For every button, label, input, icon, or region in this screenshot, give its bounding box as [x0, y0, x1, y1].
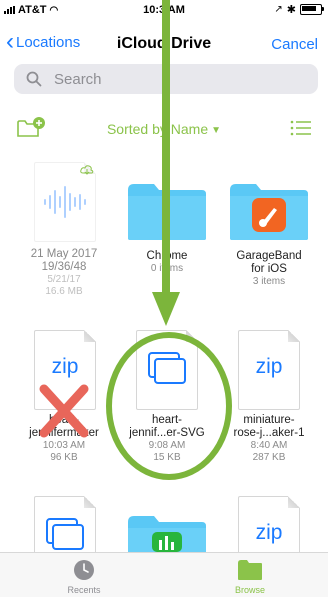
green-circle-annotation: [106, 332, 232, 480]
file-item-miniature-rose[interactable]: miniature- rose-j...aker-1 8:40 AM 287 K…: [219, 414, 319, 464]
file-item-audio[interactable]: 21 May 2017 19/36/48 5/21/17 16.6 MB: [14, 248, 114, 298]
numbers-folder-icon[interactable]: [126, 512, 208, 552]
cancel-button[interactable]: Cancel: [271, 36, 318, 53]
green-arrow-annotation: [152, 0, 180, 326]
file-size: 96 KB: [50, 452, 78, 463]
zip-label: zip: [51, 355, 79, 378]
file-name: miniature- rose-j...aker-1: [233, 414, 305, 439]
folder-count: 3 items: [252, 276, 286, 287]
garageband-folder-icon[interactable]: [228, 180, 310, 242]
folder-name: GarageBand for iOS: [236, 250, 302, 275]
tab-recents[interactable]: Recents: [24, 559, 144, 595]
file-date: 8:40 AM: [250, 440, 288, 451]
tab-bar: Recents Browse: [0, 552, 328, 597]
bluetooth-icon: ✱: [286, 4, 296, 16]
zip-label: zip: [255, 521, 283, 544]
svg-file-thumbnail[interactable]: [34, 496, 96, 554]
cloud-download-icon: [80, 165, 94, 175]
caret-down-icon: ▼: [211, 125, 222, 136]
search-placeholder: Search: [54, 71, 102, 88]
list-view-icon[interactable]: [290, 120, 312, 136]
folder-item-garageband[interactable]: GarageBand for iOS 3 items: [219, 250, 319, 288]
red-x-annotation: [39, 384, 89, 438]
tab-label: Recents: [67, 585, 101, 595]
tab-label: Browse: [234, 585, 265, 595]
file-date: 10:03 AM: [42, 440, 86, 451]
status-right: ↗ ✱: [274, 3, 324, 16]
file-size: 16.6 MB: [45, 286, 83, 297]
file-size: 287 KB: [252, 452, 286, 463]
clock-icon: [74, 560, 94, 580]
zip-file-thumbnail[interactable]: zip: [238, 330, 300, 410]
zip-file-thumbnail[interactable]: zip: [238, 496, 300, 554]
zip-label: zip: [255, 355, 283, 378]
svg-folder-file-icon: [46, 518, 84, 550]
file-date: 5/21/17: [47, 274, 81, 285]
browse-folder-icon: [238, 560, 262, 580]
location-icon: ↗: [274, 4, 283, 15]
tab-browse[interactable]: Browse: [190, 559, 310, 595]
search-icon: [26, 71, 42, 87]
file-name: 21 May 2017 19/36/48: [30, 248, 98, 273]
battery-icon: [300, 4, 324, 15]
waveform-icon: [44, 186, 86, 218]
